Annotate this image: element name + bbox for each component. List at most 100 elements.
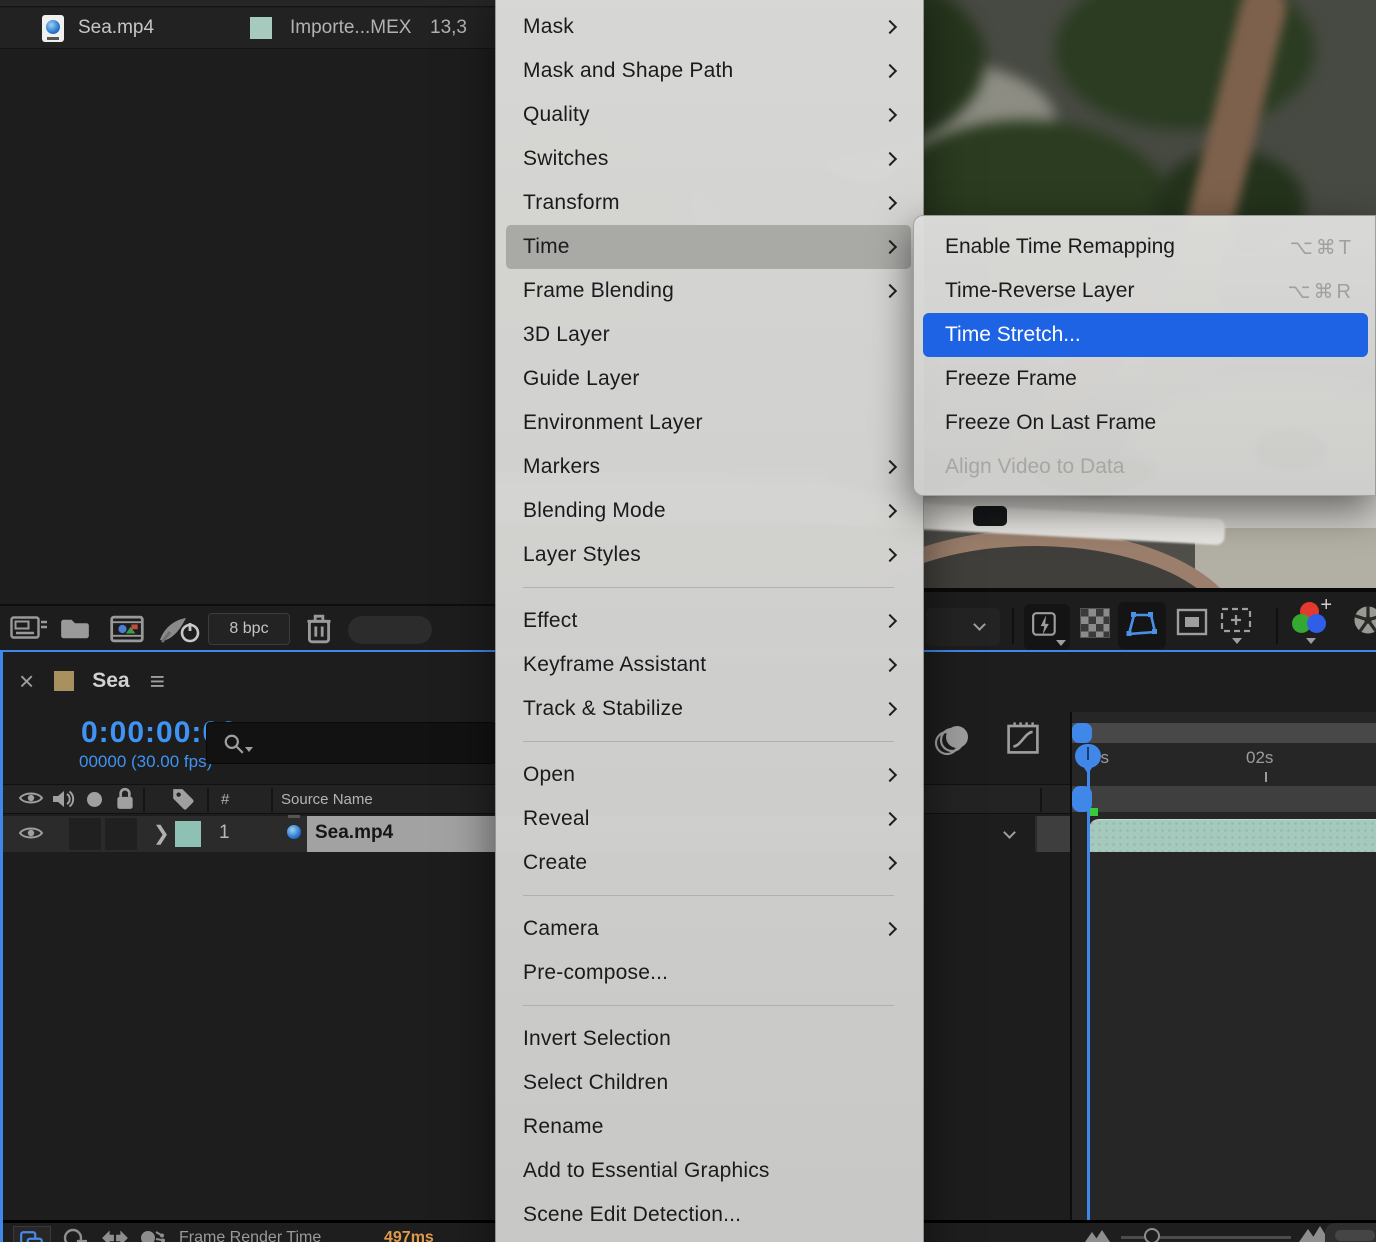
new-folder-button[interactable] [60,617,90,641]
new-composition-button[interactable] [110,615,144,643]
footage-label-swatch[interactable] [250,17,272,39]
menu-item-layer-styles[interactable]: Layer Styles [496,533,923,577]
menu-item-switches[interactable]: Switches [496,137,923,181]
submenu-item-time-stretch[interactable]: Time Stretch... [923,313,1368,357]
index-column-header[interactable]: # [221,791,229,808]
frame-blending-toggle[interactable] [933,724,973,758]
menu-item-blending-mode[interactable]: Blending Mode [496,489,923,533]
menu-item-guide-layer[interactable]: Guide Layer [496,357,923,401]
layer-lock-cell[interactable] [105,818,137,850]
horizontal-scrollbar[interactable] [1335,1230,1375,1241]
render-progress-indicator [1089,808,1098,816]
layer-label-swatch[interactable] [175,821,201,847]
menu-item-select-children[interactable]: Select Children [496,1061,923,1105]
menu-separator [523,741,894,742]
timeline-zoom-handle[interactable] [1144,1228,1160,1242]
playhead-line[interactable] [1087,746,1090,1242]
work-area-start-handle[interactable] [1072,723,1092,743]
footage-file-icon [42,15,64,42]
chevron-down-icon [1056,640,1066,646]
menu-item-markers[interactable]: Markers [496,445,923,489]
region-of-interest-button[interactable] [1176,608,1208,636]
menu-item-transform[interactable]: Transform [496,181,923,225]
label-column-tag-icon[interactable] [171,787,195,811]
menu-item-scene-edit-detection[interactable]: Scene Edit Detection... [496,1193,923,1237]
delete-item-button[interactable] [306,613,332,645]
shy-layers-button[interactable] [101,1228,129,1242]
blend-mode-dropdown[interactable] [923,816,1035,852]
menu-item-add-to-essential-graphics[interactable]: Add to Essential Graphics [496,1149,923,1193]
menu-item-effect[interactable]: Effect [496,599,923,643]
render-engine-button[interactable] [158,614,200,644]
menu-separator [523,895,894,896]
solo-column-icon[interactable] [87,792,102,807]
transfer-controls-button[interactable] [139,1228,165,1242]
menu-item-create[interactable]: Create [496,841,923,885]
layer-expand-arrow[interactable]: ❯ [153,821,170,846]
chevron-down-icon [245,747,253,752]
source-name-column-header[interactable]: Source Name [281,791,373,808]
footage-row[interactable]: Sea.mp4 Importe...MEX 13,3 [0,8,495,49]
menu-item-environment-layer[interactable]: Environment Layer [496,401,923,445]
grid-and-guides-button[interactable] [1218,606,1254,634]
submenu-chevron-icon [883,702,897,716]
frame-render-time-value: 497ms [384,1229,434,1242]
menu-item-keyframe-assistant[interactable]: Keyframe Assistant [496,643,923,687]
menu-item-mask[interactable]: Mask [496,5,923,49]
magnification-dropdown[interactable] [926,608,1000,646]
layer-eye-icon[interactable] [19,824,43,842]
menu-item-pre-compose[interactable]: Pre-compose... [496,951,923,995]
chevron-down-icon [1003,826,1016,839]
rocket-power-icon [158,614,200,644]
chevron-down-icon [973,618,986,631]
mini-flowchart-button[interactable] [13,1226,51,1242]
menu-item-open[interactable]: Open [496,753,923,797]
zoom-out-mountains-icon[interactable] [1085,1230,1109,1242]
menu-item-reveal[interactable]: Reveal [496,797,923,841]
car-in-footage [973,506,1007,526]
chevron-down-icon [1306,638,1316,644]
submenu-item-enable-time-remapping[interactable]: Enable Time Remapping ⌥⌘T [914,225,1375,269]
shortcut-label: ⌥⌘R [1288,279,1355,304]
fast-preview-button[interactable] [1024,604,1070,650]
submenu-chevron-icon [883,284,897,298]
menu-item-track-stabilize[interactable]: Track & Stabilize [496,687,923,731]
submenu-item-time-reverse-layer[interactable]: Time-Reverse Layer ⌥⌘R [914,269,1375,313]
timeline-search[interactable] [206,722,496,764]
mask-visibility-button[interactable] [1118,602,1166,649]
panel-menu-icon[interactable]: ≡ [150,666,165,697]
color-depth-button[interactable]: 8 bpc [208,613,290,645]
lightning-icon [1031,611,1059,639]
work-area-bar[interactable] [1072,723,1376,743]
layer-duration-bar[interactable] [1089,819,1376,852]
video-column-eye-icon[interactable] [19,789,43,807]
menu-item-time[interactable]: Time [506,225,911,269]
menu-item-invert-selection[interactable]: Invert Selection [496,1017,923,1061]
menu-item-rename[interactable]: Rename [496,1105,923,1149]
menu-item-mask-and-shape-path[interactable]: Mask and Shape Path [496,49,923,93]
submenu-chevron-icon [883,658,897,672]
channel-settings-button[interactable]: + [1290,600,1334,644]
submenu-chevron-icon [883,460,897,474]
layer-index: 1 [219,822,230,844]
search-input[interactable] [259,727,479,759]
submenu-chevron-icon [883,922,897,936]
interpret-footage-button[interactable] [10,616,48,642]
playhead-handle[interactable] [1075,744,1101,768]
lock-column-icon[interactable] [115,787,135,811]
project-scrollbar[interactable] [348,616,432,644]
draft-3d-button[interactable] [63,1228,87,1242]
work-area-bar-2[interactable] [1072,786,1376,812]
menu-item-frame-blending[interactable]: Frame Blending [496,269,923,313]
layer-solo-cell[interactable] [69,818,101,850]
menu-item-3d-layer[interactable]: 3D Layer [496,313,923,357]
close-tab-icon[interactable]: × [19,666,34,697]
graph-editor-toggle[interactable] [1005,720,1041,756]
audio-column-speaker-icon[interactable] [51,788,75,810]
submenu-item-freeze-on-last-frame[interactable]: Freeze On Last Frame [914,401,1375,445]
menu-item-camera[interactable]: Camera [496,907,923,951]
menu-item-quality[interactable]: Quality [496,93,923,137]
transparency-grid-button[interactable] [1080,608,1110,638]
submenu-item-freeze-frame[interactable]: Freeze Frame [914,357,1375,401]
exposure-reset-button[interactable] [1352,604,1376,636]
